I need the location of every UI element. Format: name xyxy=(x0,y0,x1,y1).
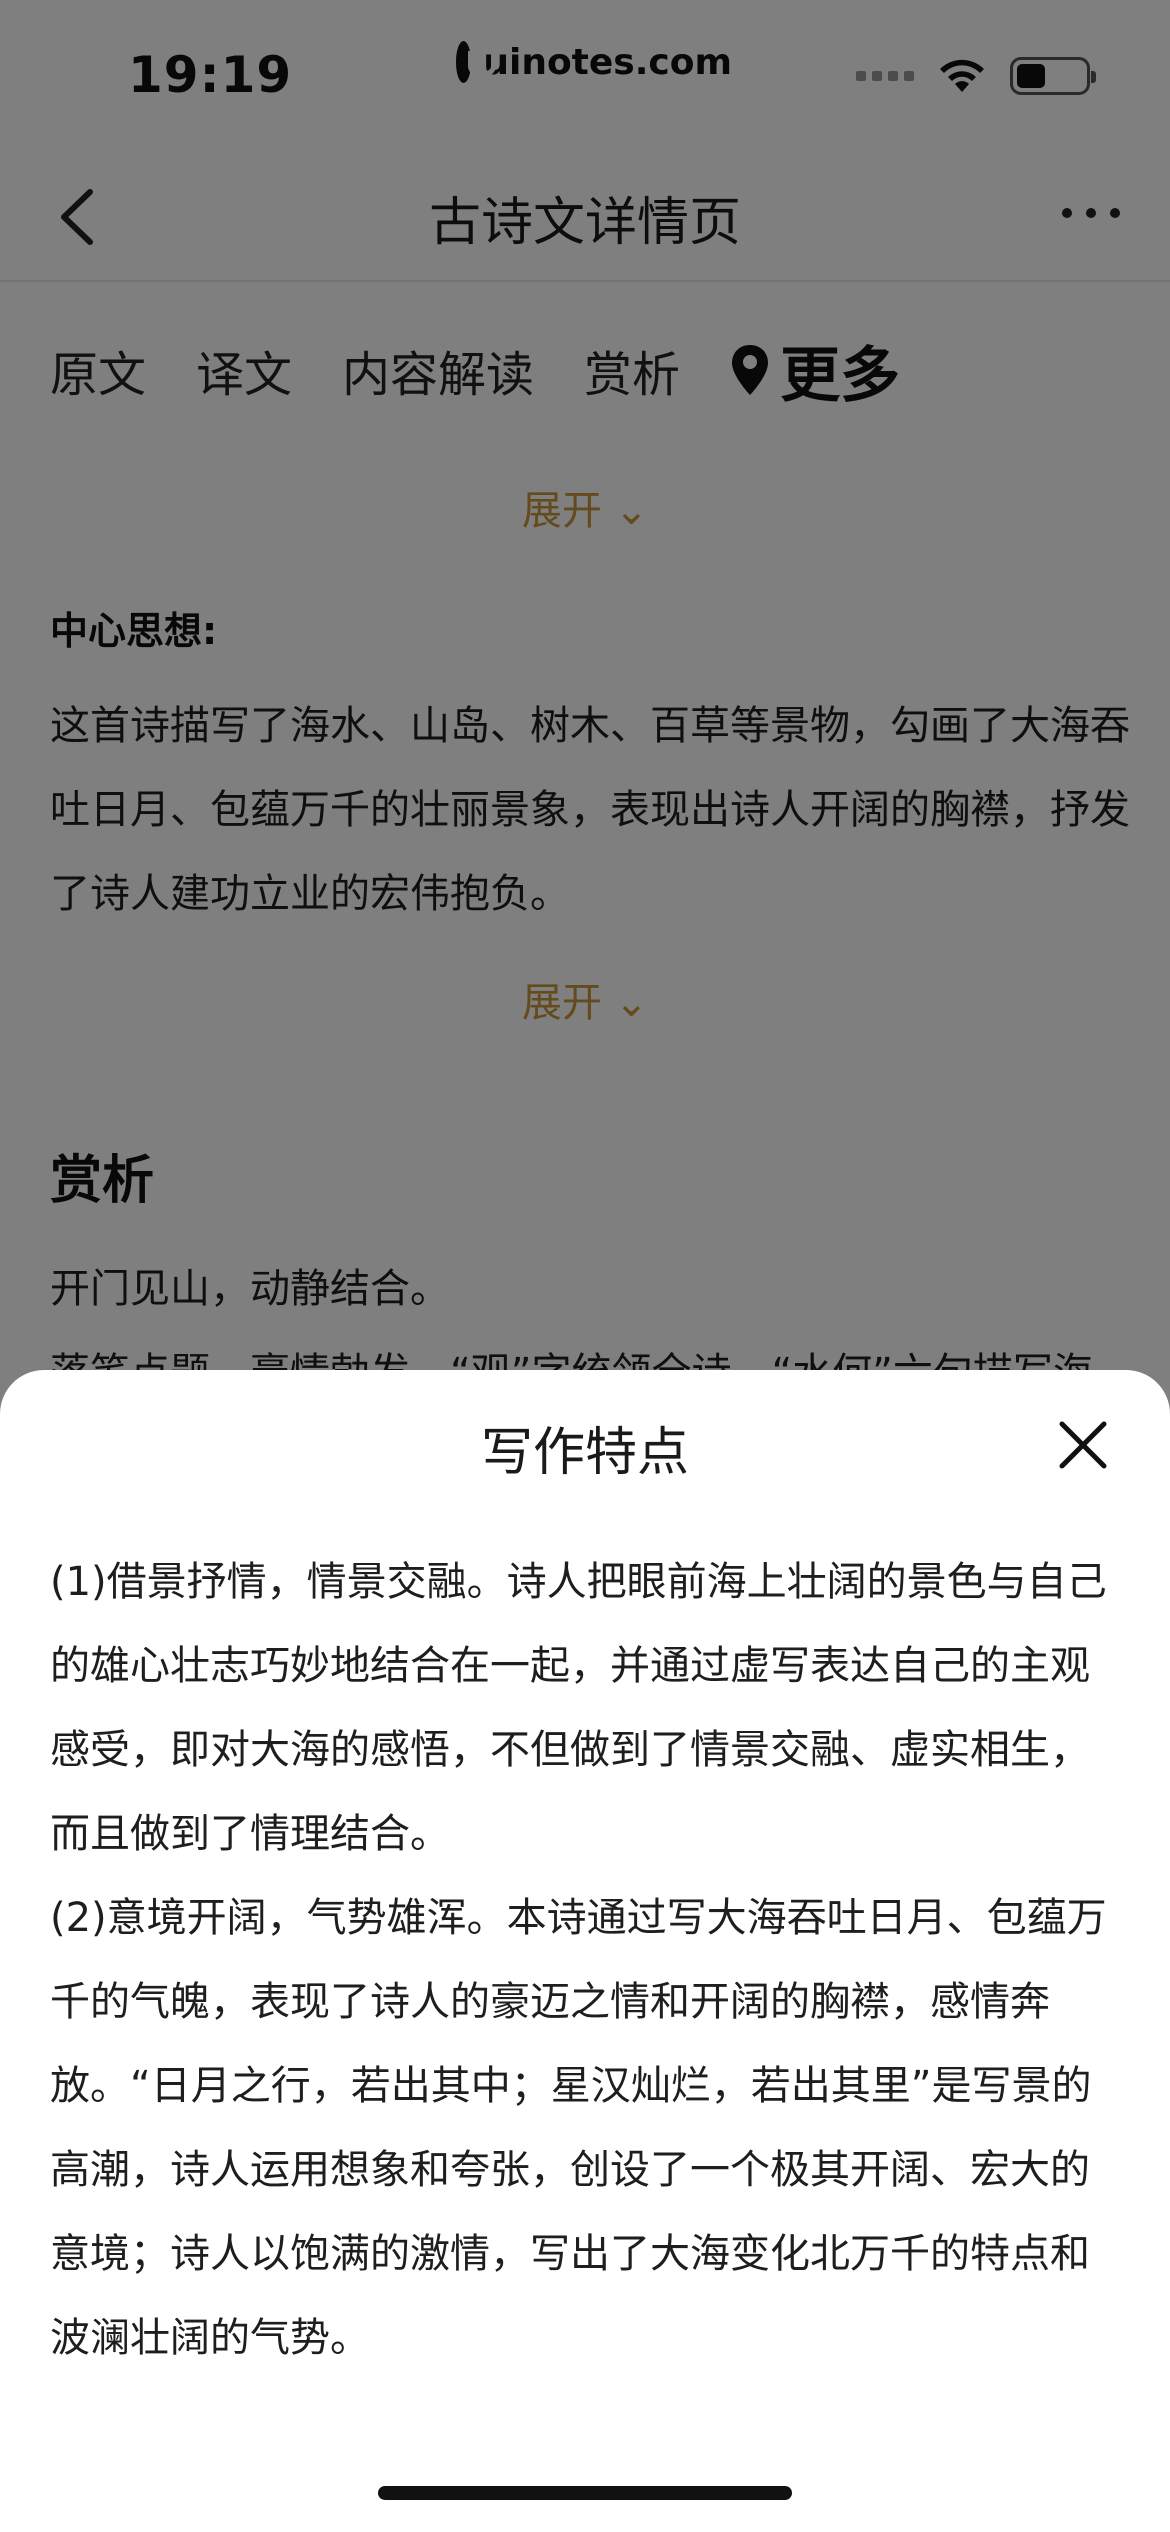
writing-features-sheet: 写作特点 (1)借景抒情，情景交融。诗人把眼前海上壮阔的景色与自己的雄心壮志巧妙… xyxy=(0,1370,1170,2532)
sheet-body: (1)借景抒情，情景交融。诗人把眼前海上壮阔的景色与自己的雄心壮志巧妙地结合在一… xyxy=(50,1540,1120,2380)
writing-feature-1: (1)借景抒情，情景交融。诗人把眼前海上壮阔的景色与自己的雄心壮志巧妙地结合在一… xyxy=(50,1559,1107,1857)
close-icon[interactable] xyxy=(1058,1420,1108,1470)
sheet-title: 写作特点 xyxy=(480,1423,689,1483)
home-indicator xyxy=(378,2486,792,2500)
screen: 19:19 uinotes.com 古诗文详情页 原文 译文 内容解读 赏析 xyxy=(0,0,1170,2532)
writing-feature-2: (2)意境开阔，气势雄浑。本诗通过写大海吞吐日月、包蕴万千的气魄，表现了诗人的豪… xyxy=(50,1895,1107,2361)
